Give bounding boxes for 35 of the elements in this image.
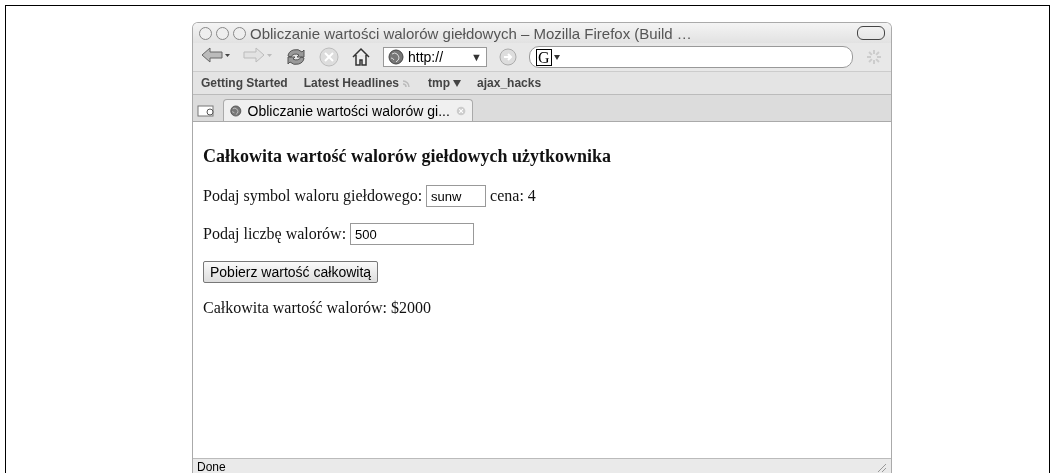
bookmark-item[interactable]: ajax_hacks bbox=[477, 76, 542, 90]
bookmark-item[interactable]: tmp bbox=[428, 76, 462, 90]
bookmark-item[interactable]: Getting Started bbox=[201, 76, 288, 90]
feed-icon bbox=[402, 78, 413, 88]
search-field[interactable]: G bbox=[529, 46, 853, 68]
symbol-field[interactable]: sunw bbox=[426, 185, 487, 207]
forward-button[interactable] bbox=[243, 46, 273, 64]
price-text: cena: 4 bbox=[490, 187, 536, 205]
window-title: Obliczanie wartości walorów giełdowych – Mozilla Firefox (Build … bbox=[250, 24, 692, 42]
browser-tab[interactable]: Obliczanie wartości walorów gi... bbox=[223, 99, 473, 121]
go-icon[interactable] bbox=[499, 48, 517, 66]
throbber-icon bbox=[865, 48, 883, 66]
stop-icon[interactable] bbox=[319, 47, 339, 67]
page-heading: Całkowita wartość walorów giełdowych użytkownika bbox=[203, 146, 612, 167]
symbol-label: Podaj symbol waloru giełdowego: bbox=[203, 187, 423, 205]
close-button[interactable] bbox=[199, 26, 212, 40]
globe-icon bbox=[388, 49, 404, 65]
toolbar-toggle-button[interactable] bbox=[857, 26, 885, 40]
zoom-button[interactable] bbox=[233, 26, 246, 40]
dropdown-icon bbox=[453, 79, 462, 87]
count-label: Podaj liczbę walorów: bbox=[203, 225, 347, 243]
resize-grip-icon[interactable] bbox=[875, 461, 887, 473]
tab-list-icon[interactable] bbox=[197, 102, 217, 118]
home-icon[interactable] bbox=[351, 47, 371, 67]
reload-icon[interactable] bbox=[285, 47, 307, 67]
back-button[interactable] bbox=[201, 46, 231, 64]
minimize-button[interactable] bbox=[216, 26, 229, 40]
bookmark-item[interactable]: Latest Headlines bbox=[303, 76, 413, 90]
count-field[interactable]: 500 bbox=[350, 223, 475, 245]
dropdown-icon[interactable] bbox=[553, 54, 560, 60]
globe-icon bbox=[230, 102, 242, 119]
address-field[interactable]: http:// ▼ bbox=[383, 47, 487, 67]
result-text: Całkowita wartość walorów: $2000 bbox=[203, 299, 431, 317]
status-text: Done bbox=[197, 460, 226, 473]
submit-button[interactable]: Pobierz wartość całkowitą bbox=[203, 261, 379, 283]
